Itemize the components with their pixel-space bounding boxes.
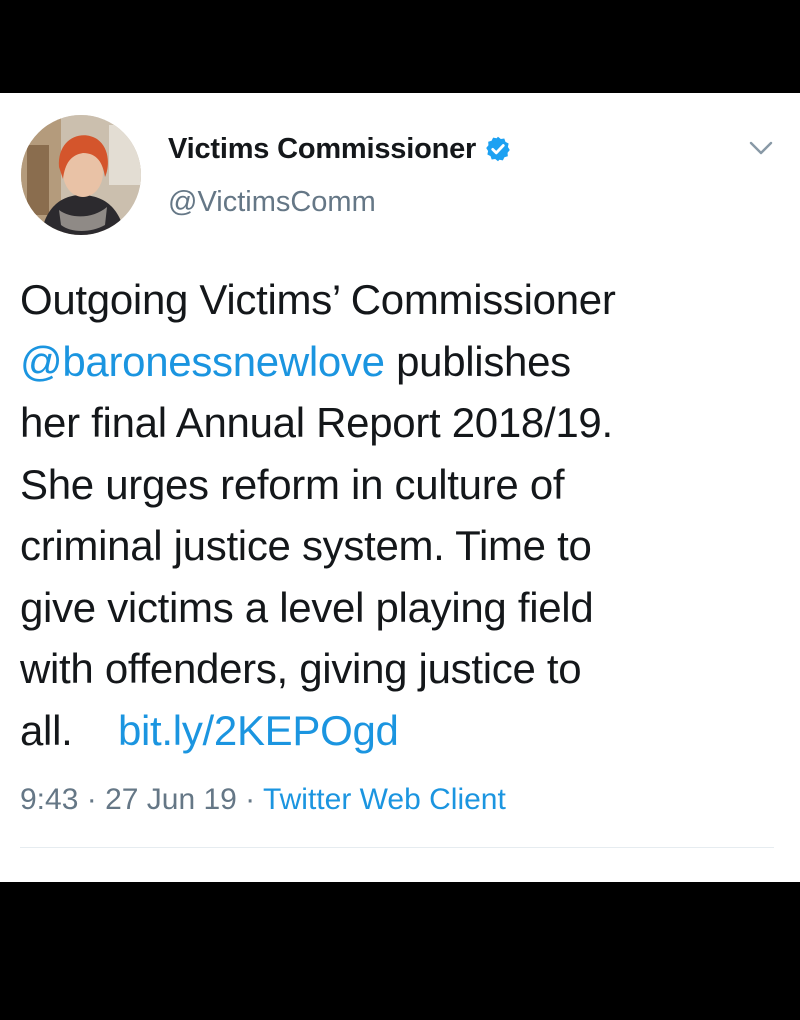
tweet-line-8-start: all. [20,706,118,754]
verified-badge-icon [486,136,510,162]
mention-link[interactable]: @baronessnewlove [20,338,385,385]
tweet-source-link[interactable]: Twitter Web Client [263,783,506,816]
meta-separator: · [236,783,263,816]
tweet-line-8: all. bit.ly/2KEPOgd [20,700,790,762]
tweet-meta: 9:43 · 27 Jun 19 · Twitter Web Client [20,783,506,817]
tweet-line-7: with offenders, giving justice to [20,645,582,692]
url-link[interactable]: bit.ly/2KEPOgd [118,707,399,754]
tweet-line-3: her final Annual Report 2018/19. [20,399,613,446]
author-handle[interactable]: @VictimsComm [168,186,376,219]
tweet-line-6: give victims a level playing field [20,583,594,631]
tweet-card: Victims Commissioner @VictimsComm Outgoi… [0,93,800,882]
meta-separator: · [78,783,106,816]
divider [20,847,774,848]
tweet-line-4: She urges reform in culture of [20,460,565,508]
tweet-text: Outgoing Victims’ Commissioner @baroness… [20,269,790,761]
tweet-line-2: @baronessnewlove publishes [20,331,790,393]
avatar-image [21,115,141,235]
chevron-down-icon[interactable] [748,137,774,159]
tweet-date[interactable]: 27 Jun 19 [105,783,237,816]
tweet-time[interactable]: 9:43 [20,783,78,816]
tweet-line-1: Outgoing Victims’ Commissioner [20,276,616,323]
author-display-name[interactable]: Victims Commissioner [168,133,476,166]
author-name-row: Victims Commissioner [168,131,512,167]
tweet-line-5: criminal justice system. Time to [20,522,592,569]
avatar[interactable] [21,115,141,235]
tweet-line-2-rest: publishes [384,337,571,385]
